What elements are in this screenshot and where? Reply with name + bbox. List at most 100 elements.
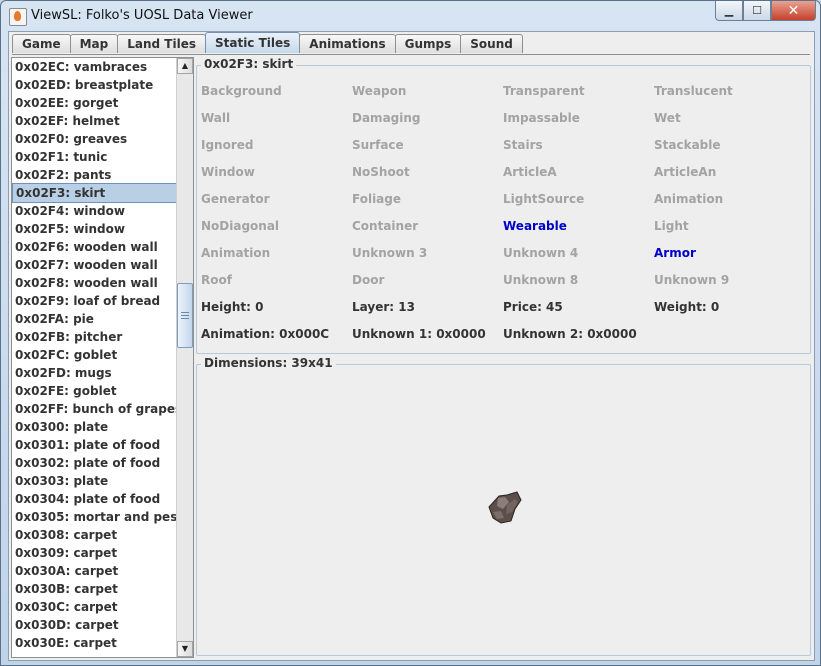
- property-value: Weight: 0: [654, 300, 720, 314]
- tile-list-item[interactable]: 0x030D: carpet: [12, 616, 177, 634]
- tile-list-item[interactable]: 0x0300: plate: [12, 418, 177, 436]
- tile-details-title: 0x02F3: skirt: [201, 57, 297, 71]
- tab-land-tiles[interactable]: Land Tiles: [117, 34, 206, 53]
- window-title: ViewSL: Folko's UOSL Data Viewer: [31, 8, 253, 23]
- flag-surface: Surface: [352, 138, 404, 152]
- flag-weapon: Weapon: [352, 84, 407, 98]
- flag-window: Window: [201, 165, 255, 179]
- tab-sound[interactable]: Sound: [460, 34, 523, 53]
- property-value: Animation: 0x000C: [201, 327, 330, 341]
- flag-container: Container: [352, 219, 419, 233]
- tile-list-item[interactable]: 0x0308: carpet: [12, 526, 177, 544]
- grip-line: [181, 318, 189, 319]
- property-value: Unknown 1: 0x0000: [352, 327, 486, 341]
- static-tile-list-panel: 0x02EC: vambraces 0x02ED: breastplate 0x02…: [11, 57, 194, 658]
- title-bar[interactable]: ViewSL: Folko's UOSL Data Viewer ▁ ☐ ✕: [1, 1, 820, 31]
- tile-list-item[interactable]: 0x02F9: loaf of bread: [12, 292, 177, 310]
- tile-list-item[interactable]: 0x02F3: skirt: [12, 183, 177, 203]
- tab-bar: Game Map Land Tiles Static Tiles Animations G…: [12, 32, 523, 54]
- flag-wet: Wet: [654, 111, 681, 125]
- tab-divider: [12, 54, 810, 55]
- tile-list-item[interactable]: 0x0303: plate: [12, 472, 177, 490]
- flag-generator: Generator: [201, 192, 270, 206]
- tile-list-item[interactable]: 0x02FA: pie: [12, 310, 177, 328]
- flag-background: Background: [201, 84, 282, 98]
- flag-roof: Roof: [201, 273, 232, 287]
- tile-list-item[interactable]: 0x0301: plate of food: [12, 436, 177, 454]
- java-app-icon[interactable]: [9, 8, 27, 26]
- tile-list-item[interactable]: 0x02FB: pitcher: [12, 328, 177, 346]
- tile-list-item[interactable]: 0x02F5: window: [12, 220, 177, 238]
- dimensions-label: Dimensions: 39x41: [201, 356, 336, 370]
- grip-line: [181, 315, 189, 316]
- tab-game[interactable]: Game: [12, 34, 71, 53]
- flag-nodiagonal: NoDiagonal: [201, 219, 280, 233]
- static-tile-list[interactable]: 0x02EC: vambraces 0x02ED: breastplate 0x02…: [12, 58, 177, 652]
- flag-stairs: Stairs: [503, 138, 543, 152]
- tile-list-item[interactable]: 0x02F4: window: [12, 202, 177, 220]
- flag-translucent: Translucent: [654, 84, 733, 98]
- tile-list-item[interactable]: 0x0309: carpet: [12, 544, 177, 562]
- flag-stackable: Stackable: [654, 138, 721, 152]
- flag-armor: Armor: [654, 246, 696, 260]
- main-window: ViewSL: Folko's UOSL Data Viewer ▁ ☐ ✕ G…: [0, 0, 821, 666]
- tile-details-panel: 0x02F3: skirt Background Weapon Transparen…: [196, 57, 811, 354]
- tile-list-item[interactable]: 0x02EE: gorget: [12, 94, 177, 112]
- tile-list-item[interactable]: 0x02F8: wooden wall: [12, 274, 177, 292]
- flag-impassable: Impassable: [503, 111, 580, 125]
- flag-transparent: Transparent: [503, 84, 585, 98]
- grip-line: [181, 312, 189, 313]
- flag-animation: Animation: [654, 192, 724, 206]
- tile-list-item[interactable]: 0x0302: plate of food: [12, 454, 177, 472]
- flag-unknown-4: Unknown 4: [503, 246, 579, 260]
- skirt-sprite-image: [488, 491, 522, 524]
- tab-gumps[interactable]: Gumps: [394, 34, 462, 53]
- tile-list-item[interactable]: 0x02FE: goblet: [12, 382, 177, 400]
- flag-damaging: Damaging: [352, 111, 421, 125]
- flag-articlean: ArticleAn: [654, 165, 717, 179]
- close-button[interactable]: ✕: [771, 1, 816, 21]
- tile-list-item[interactable]: 0x02F7: wooden wall: [12, 256, 177, 274]
- minimize-button[interactable]: ▁: [715, 1, 743, 21]
- tile-list-item[interactable]: 0x02FF: bunch of grapes: [12, 400, 177, 418]
- flag-unknown-3: Unknown 3: [352, 246, 428, 260]
- flag-door: Door: [352, 273, 385, 287]
- tile-list-item[interactable]: 0x02F2: pants: [12, 166, 177, 184]
- list-scrollbar[interactable]: ▲ ▼: [176, 58, 193, 657]
- flag-animation: Animation: [201, 246, 271, 260]
- tile-list-item[interactable]: 0x02ED: breastplate: [12, 76, 177, 94]
- maximize-button[interactable]: ☐: [743, 1, 771, 21]
- tab-animations[interactable]: Animations: [299, 34, 396, 53]
- flag-ignored: Ignored: [201, 138, 254, 152]
- tile-list-item[interactable]: 0x02F6: wooden wall: [12, 238, 177, 256]
- tab-static-tiles[interactable]: Static Tiles: [204, 32, 301, 53]
- scroll-down-icon[interactable]: ▼: [177, 641, 193, 657]
- tile-list-item[interactable]: 0x02F1: tunic: [12, 148, 177, 166]
- flag-wearable: Wearable: [503, 219, 567, 233]
- tile-list-item[interactable]: 0x030B: carpet: [12, 580, 177, 598]
- client-area: Game Map Land Tiles Static Tiles Animations G…: [8, 31, 815, 661]
- tab-map[interactable]: Map: [69, 34, 119, 53]
- flag-unknown-9: Unknown 9: [654, 273, 730, 287]
- flag-wall: Wall: [201, 111, 231, 125]
- scrollbar-thumb[interactable]: [177, 283, 193, 348]
- preview-panel: Dimensions: 39x41: [196, 356, 811, 656]
- tile-list-item[interactable]: 0x02FC: goblet: [12, 346, 177, 364]
- tile-list-item[interactable]: 0x030A: carpet: [12, 562, 177, 580]
- property-value: Height: 0: [201, 300, 264, 314]
- window-controls: ▁ ☐ ✕: [715, 1, 816, 21]
- tile-list-item[interactable]: 0x030E: carpet: [12, 634, 177, 652]
- tile-list-item[interactable]: 0x02EC: vambraces: [12, 58, 177, 76]
- tile-list-item[interactable]: 0x02EF: helmet: [12, 112, 177, 130]
- property-value: Price: 45: [503, 300, 563, 314]
- tile-list-item[interactable]: 0x030C: carpet: [12, 598, 177, 616]
- flag-light: Light: [654, 219, 689, 233]
- tile-list-item[interactable]: 0x02FD: mugs: [12, 364, 177, 382]
- scroll-up-icon[interactable]: ▲: [177, 58, 193, 74]
- tile-list-item[interactable]: 0x02F0: greaves: [12, 130, 177, 148]
- flag-noshoot: NoShoot: [352, 165, 410, 179]
- tile-list-item[interactable]: 0x0304: plate of food: [12, 490, 177, 508]
- tile-list-item[interactable]: 0x0305: mortar and pestle: [12, 508, 177, 526]
- flag-lightsource: LightSource: [503, 192, 585, 206]
- flag-unknown-8: Unknown 8: [503, 273, 579, 287]
